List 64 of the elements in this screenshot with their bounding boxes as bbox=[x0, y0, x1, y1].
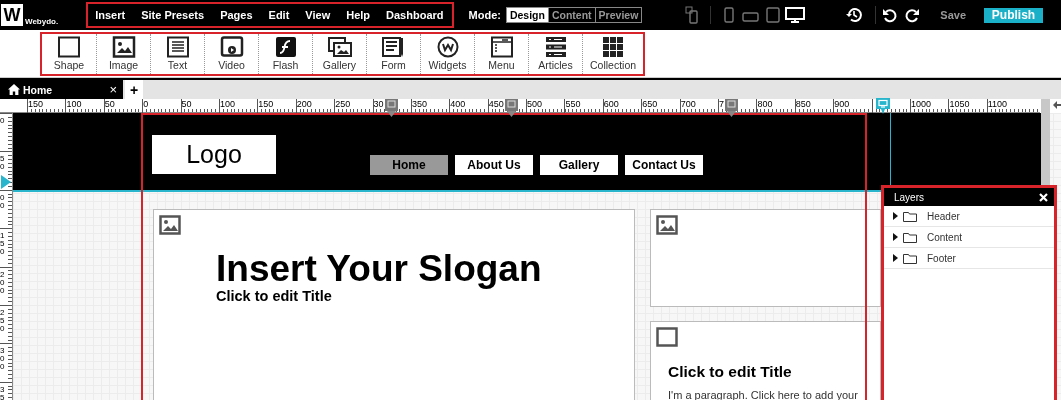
layer-row[interactable]: Content bbox=[884, 227, 1054, 248]
ruler-label: 850 bbox=[795, 99, 812, 109]
mode-tab[interactable]: Design bbox=[506, 8, 548, 22]
ruler-label: 250 bbox=[335, 99, 352, 109]
content-block[interactable]: Insert Your Slogan Click to edit Title bbox=[153, 209, 635, 400]
ruler-label: 30 bbox=[373, 99, 385, 109]
ruler-label: 250 bbox=[0, 308, 8, 333]
mode-tab[interactable]: Preview bbox=[594, 8, 642, 22]
ruler-label: 35 bbox=[0, 385, 8, 400]
ruler-label: 200 bbox=[0, 270, 8, 295]
ruler-label: 650 bbox=[642, 99, 659, 109]
ruler-label: 50 bbox=[0, 155, 8, 172]
ruler-label: 1000 bbox=[911, 99, 932, 109]
ruler-label: 150 bbox=[28, 99, 45, 109]
ruler-label: 100 bbox=[66, 99, 83, 109]
title-text: Click to edit Title bbox=[216, 288, 332, 304]
ruler-label: 1050 bbox=[949, 99, 971, 109]
ruler-label: 350 bbox=[411, 99, 428, 109]
ruler-label: 7 bbox=[719, 99, 726, 109]
ruler-label: 0 bbox=[0, 117, 8, 125]
nav-button[interactable]: Home bbox=[370, 155, 448, 175]
ruler-label: 150 bbox=[258, 99, 275, 109]
ruler-label: 900 bbox=[834, 99, 851, 109]
ruler-label: 450 bbox=[488, 99, 505, 109]
layer-row[interactable]: Header bbox=[884, 206, 1054, 227]
nav-button[interactable]: Contact Us bbox=[625, 155, 703, 175]
ruler-label: 300 bbox=[0, 347, 8, 372]
ruler-label: 00 bbox=[0, 193, 8, 210]
layer-row[interactable]: Footer bbox=[884, 248, 1054, 269]
menu-item[interactable]: Help bbox=[346, 9, 371, 21]
title-text: Click to edit Title bbox=[668, 363, 792, 381]
slogan-heading: Insert Your Slogan bbox=[216, 248, 542, 290]
menu-item[interactable]: Dashboard bbox=[386, 9, 444, 21]
menu-item[interactable]: View bbox=[305, 9, 331, 21]
ruler-label: 500 bbox=[527, 99, 544, 109]
ruler-label: 100 bbox=[219, 99, 236, 109]
ruler-label: 700 bbox=[680, 99, 697, 109]
mode-label: Mode: bbox=[468, 9, 501, 21]
save-button[interactable]: Save bbox=[934, 8, 972, 22]
ruler-label: 200 bbox=[296, 99, 313, 109]
ruler-label: 150 bbox=[0, 232, 8, 257]
ruler-label: 800 bbox=[757, 99, 774, 109]
menu-item[interactable]: Edit bbox=[268, 9, 290, 21]
ruler-label: 600 bbox=[603, 99, 620, 109]
logo-name: Webydo. bbox=[25, 17, 59, 26]
nav-button[interactable]: Gallery bbox=[540, 155, 618, 175]
page-tab[interactable]: Home × bbox=[0, 80, 123, 99]
new-tab-button[interactable]: + bbox=[125, 80, 143, 99]
ruler-label: 400 bbox=[450, 99, 467, 109]
logo-letter: W bbox=[1, 4, 23, 26]
menu-item[interactable]: Pages bbox=[220, 9, 253, 21]
panel-title: Layers bbox=[894, 191, 924, 203]
mode-tab[interactable]: Content bbox=[547, 8, 595, 22]
ruler-label: 0 bbox=[143, 99, 150, 109]
tab-label: Home bbox=[23, 83, 53, 96]
nav-button[interactable]: About Us bbox=[455, 155, 533, 175]
logo-placeholder[interactable]: Logo bbox=[152, 135, 276, 174]
ruler-label: 550 bbox=[565, 99, 582, 109]
ruler-label: 50 bbox=[104, 99, 116, 109]
menu-item[interactable]: Site Presets bbox=[141, 9, 205, 21]
ruler-label: 50 bbox=[181, 99, 193, 109]
menu-item[interactable]: Insert bbox=[95, 9, 126, 21]
tab-close[interactable]: × bbox=[109, 82, 117, 97]
ruler-label: 1100 bbox=[987, 99, 1009, 109]
